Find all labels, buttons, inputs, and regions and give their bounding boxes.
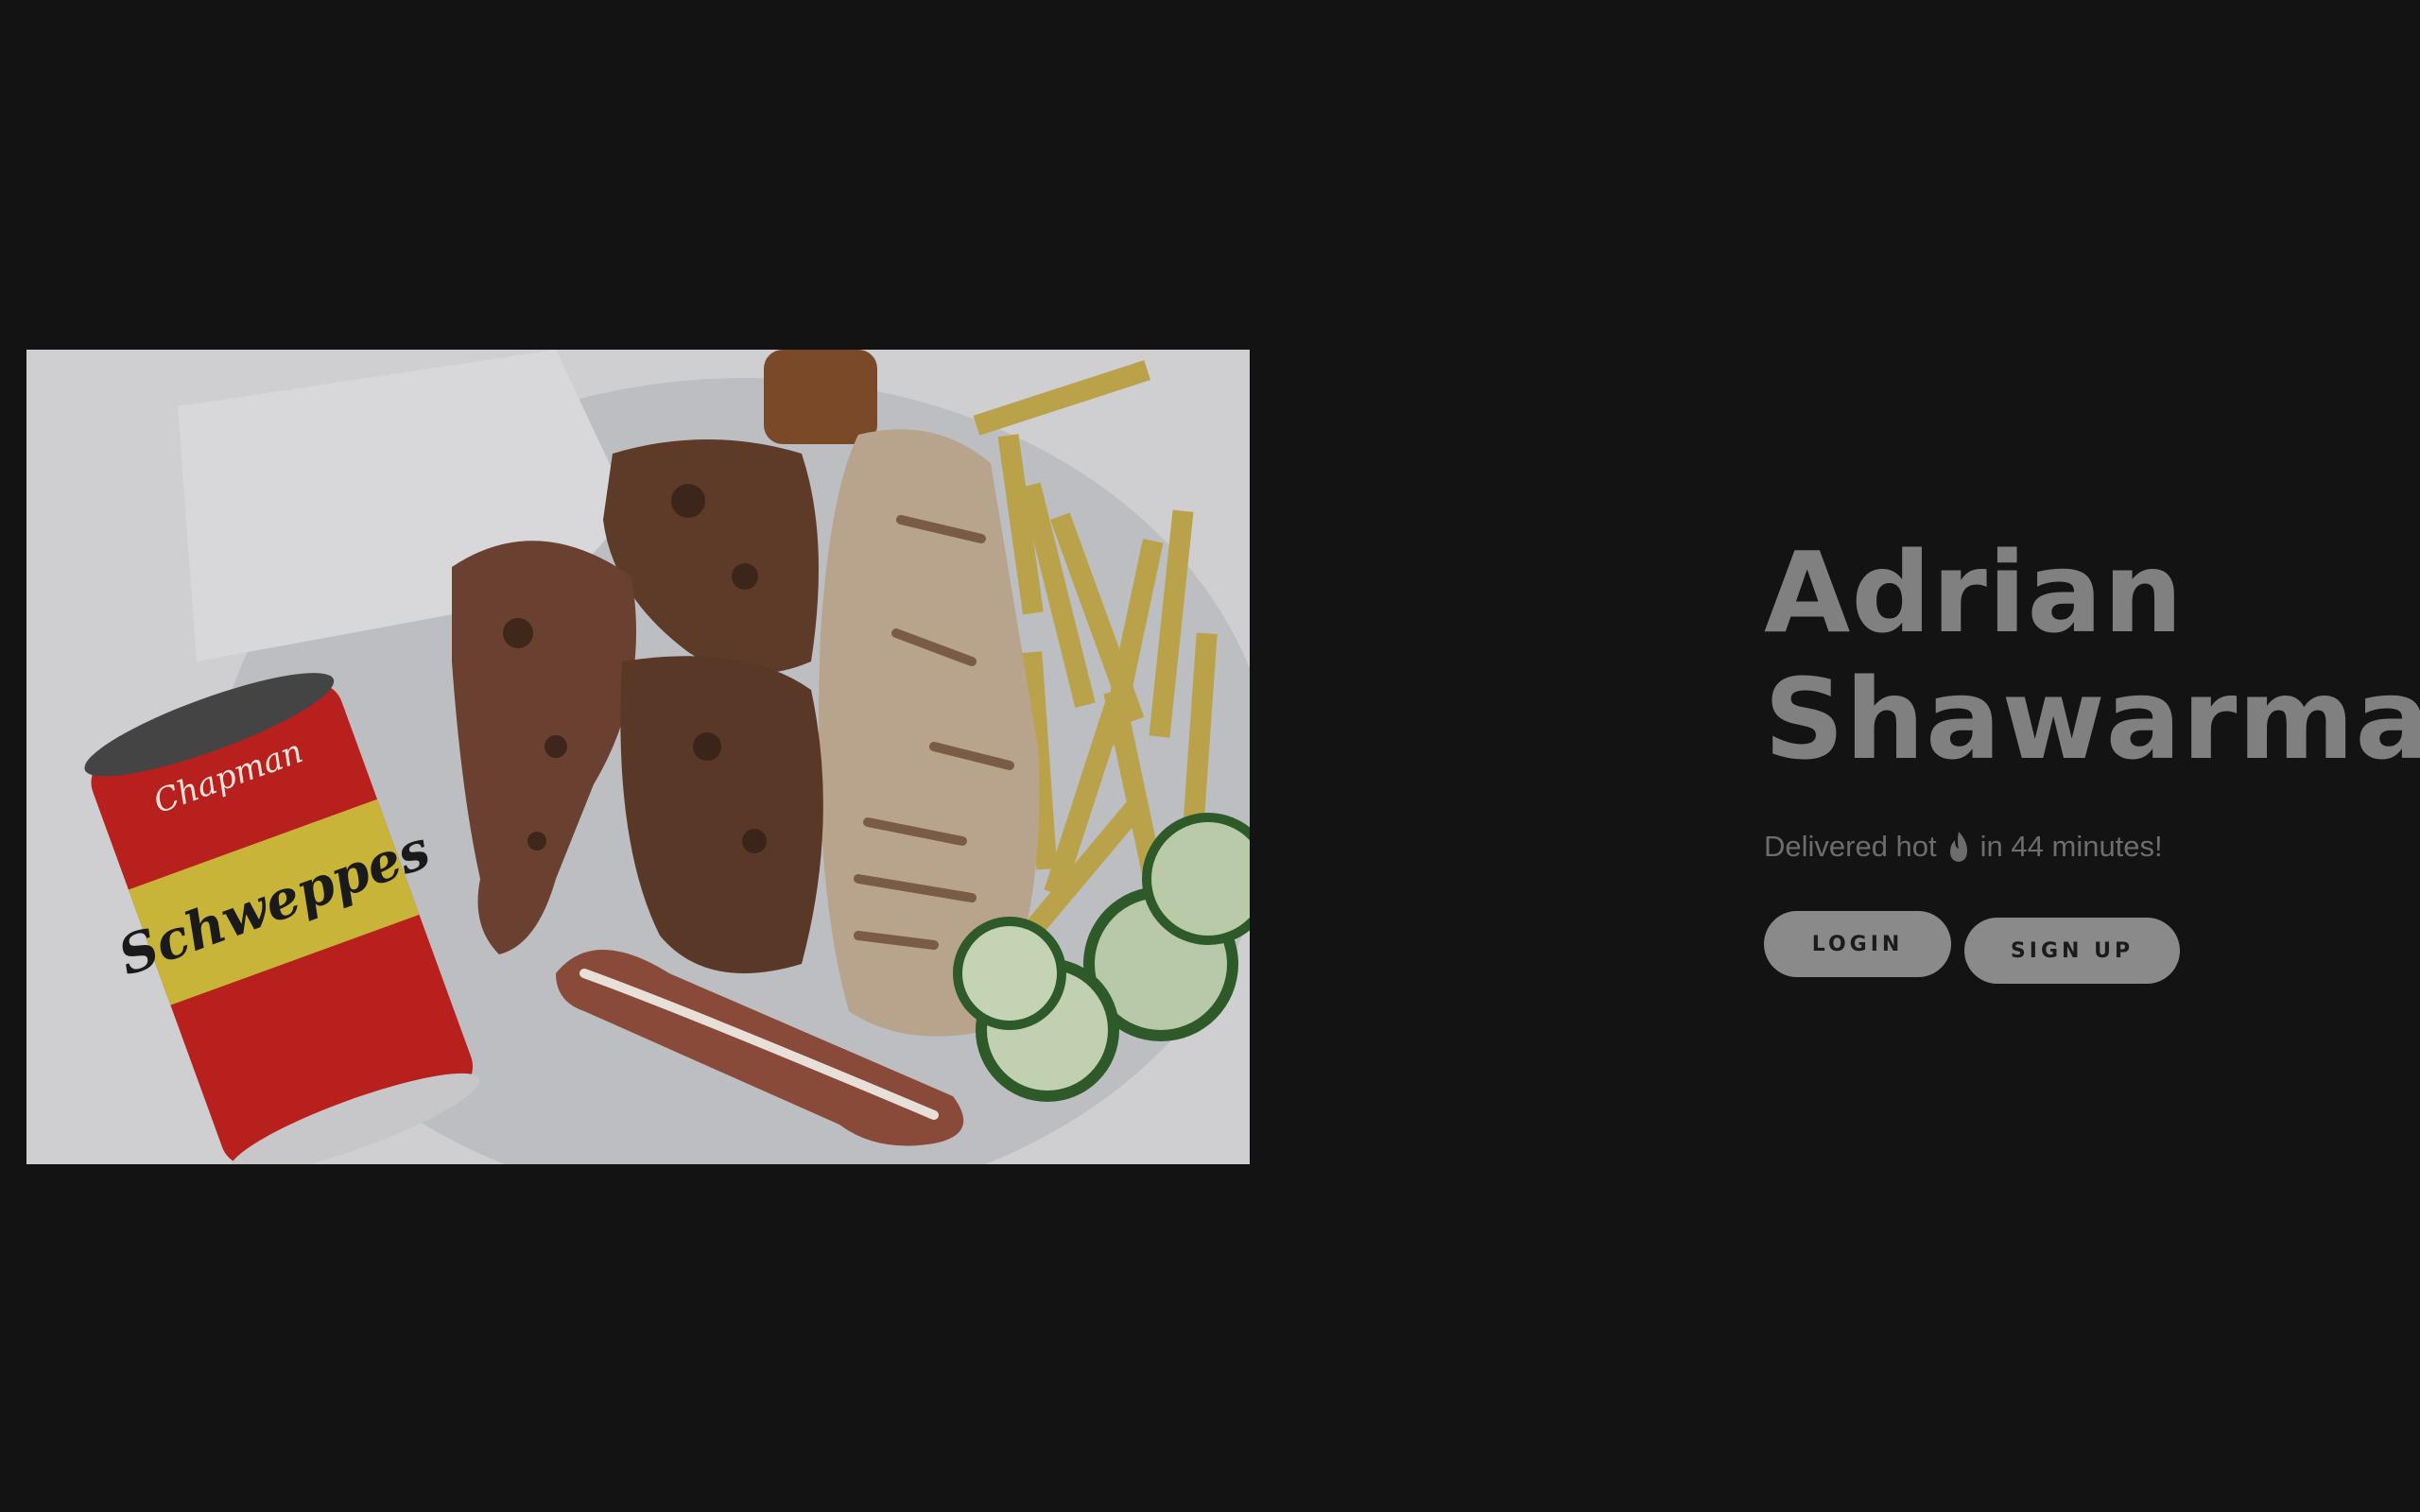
tagline-text-before: Delivered hot — [1764, 830, 1937, 863]
signup-button[interactable]: SIGN UP — [1964, 918, 2180, 984]
login-button[interactable]: LOGIN — [1764, 911, 1951, 977]
title-line-2: Shawarma. — [1764, 654, 2420, 784]
flame-icon — [1945, 830, 1973, 864]
tagline: Delivered hot in 44 minutes! — [1764, 830, 2407, 864]
title-line-1: Adrian — [1764, 527, 2185, 658]
brand-block: Adrian Shawarma. Delivered hot in 44 min… — [1764, 527, 2420, 996]
site-title: Adrian Shawarma. — [1764, 527, 2420, 782]
tagline-text-after: in 44 minutes! — [1979, 830, 2163, 863]
auth-actions: LOGIN SIGN UP — [1764, 911, 2407, 996]
hero-food-image: Chapman Schweppes — [26, 350, 1250, 1164]
